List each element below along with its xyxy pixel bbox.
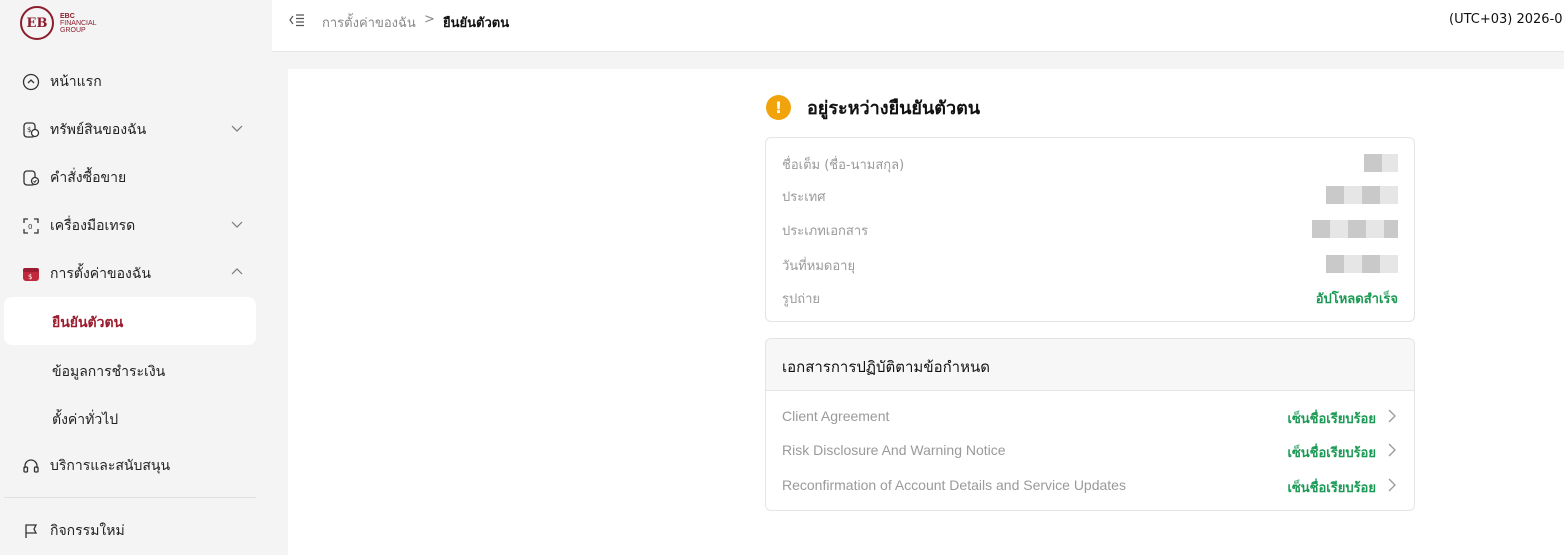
breadcrumb-parent[interactable]: การตั้งค่าของฉัน	[322, 12, 416, 33]
redacted-value	[1312, 220, 1398, 242]
sidebar-item-home[interactable]: หน้าแรก	[22, 70, 244, 94]
sidebar-item-trading-tools[interactable]: 0 เครื่องมือเทรด	[22, 214, 244, 238]
redacted-value	[1326, 255, 1398, 277]
orders-icon	[22, 169, 40, 187]
svg-text:$: $	[28, 273, 32, 281]
document-row[interactable]: Risk Disclosure And Warning Notice เซ็นช…	[782, 442, 1398, 462]
chevron-right-icon	[1386, 442, 1398, 461]
sidebar-subitem-label: ยืนยันตัวตน	[52, 315, 124, 331]
sidebar-item-label: เครื่องมือเทรด	[50, 218, 136, 234]
detail-row: ชื่อเต็ม (ชื่อ-นามสกุล)	[782, 154, 1398, 174]
logo-mark: EB	[20, 6, 54, 40]
verification-status: ! อยู่ระหว่างยืนยันตัวตน	[766, 93, 980, 122]
signed-status: เซ็นชื่อเรียบร้อย	[1287, 481, 1377, 496]
sidebar: EB EBC FINANCIAL GROUP หน้าแรก $ ทรัพย์ส…	[0, 0, 272, 555]
sidebar-item-label: ทรัพย์สินของฉัน	[50, 122, 147, 138]
document-name: Reconfirmation of Account Details and Se…	[782, 477, 1126, 493]
sidebar-subitem-payment-info[interactable]: ข้อมูลการชำระเงิน	[52, 361, 165, 383]
flag-icon	[22, 522, 40, 540]
sidebar-item-label: บริการและสนับสนุน	[50, 458, 171, 474]
document-row[interactable]: Client Agreement เซ็นชื่อเรียบร้อย	[782, 408, 1398, 428]
sidebar-item-label: หน้าแรก	[50, 74, 102, 90]
detail-label: ชื่อเต็ม (ชื่อ-นามสกุล)	[782, 158, 905, 173]
chevron-down-icon	[230, 217, 244, 235]
assets-icon: $	[22, 121, 40, 139]
sidebar-item-assets[interactable]: $ ทรัพย์สินของฉัน	[22, 118, 244, 142]
home-icon	[22, 73, 40, 91]
svg-text:$: $	[27, 126, 31, 134]
tools-icon: 0	[22, 217, 40, 235]
sidebar-item-new-activities[interactable]: กิจกรรมใหม่	[22, 519, 244, 543]
logo-line-1: EBC	[60, 12, 75, 20]
document-name: Client Agreement	[782, 408, 890, 424]
chevron-right-icon	[1386, 408, 1398, 427]
sidebar-item-label: การตั้งค่าของฉัน	[50, 266, 151, 282]
detail-row: รูปถ่าย อัปโหลดสำเร็จ	[782, 288, 1398, 308]
warning-icon: !	[766, 95, 791, 120]
signed-status: เซ็นชื่อเรียบร้อย	[1287, 446, 1377, 461]
detail-label: วันที่หมดอายุ	[782, 259, 856, 274]
logo-line-3: GROUP	[60, 26, 86, 34]
settings-wallet-icon: $	[22, 265, 40, 283]
timezone-clock: (UTC+03) 2026-0	[1449, 12, 1563, 27]
brand-logo[interactable]: EB EBC FINANCIAL GROUP	[20, 6, 97, 40]
sidebar-subitem-identity-verification[interactable]: ยืนยันตัวตน	[4, 297, 256, 345]
sidebar-item-my-settings[interactable]: $ การตั้งค่าของฉัน	[22, 262, 244, 286]
detail-row: วันที่หมดอายุ	[782, 255, 1398, 275]
detail-label: รูปถ่าย	[782, 292, 821, 307]
logo-text: EBC FINANCIAL GROUP	[60, 13, 97, 34]
detail-row: ประเทศ	[782, 186, 1398, 206]
detail-label: ประเภทเอกสาร	[782, 224, 869, 239]
chevron-up-icon	[230, 265, 244, 283]
redacted-value	[1326, 186, 1398, 208]
logo-line-2: FINANCIAL	[60, 19, 97, 27]
sidebar-item-label: คำสั่งซื้อขาย	[50, 170, 127, 186]
headset-icon	[22, 457, 40, 475]
top-header: การตั้งค่าของฉัน > ยืนยันตัวตน (UTC+03) …	[272, 0, 1564, 52]
compliance-documents-card: เอกสารการปฏิบัติตามข้อกำหนด Client Agree…	[765, 338, 1415, 511]
upload-status: อัปโหลดสำเร็จ	[1315, 292, 1398, 307]
breadcrumb-current: ยืนยันตัวตน	[443, 16, 510, 31]
sidebar-item-orders[interactable]: คำสั่งซื้อขาย	[22, 166, 244, 190]
sidebar-item-support[interactable]: บริการและสนับสนุน	[22, 454, 244, 478]
sidebar-item-label: กิจกรรมใหม่	[50, 523, 125, 539]
chevron-right-icon	[1386, 477, 1398, 496]
identity-details-card: ชื่อเต็ม (ชื่อ-นามสกุล) ประเทศ ประเภทเอก…	[765, 137, 1415, 322]
document-name: Risk Disclosure And Warning Notice	[782, 442, 1006, 458]
sidebar-subitem-general-settings[interactable]: ตั้งค่าทั่วไป	[52, 409, 118, 431]
detail-label: ประเทศ	[782, 190, 826, 205]
svg-text:0: 0	[28, 223, 32, 231]
compliance-title: เอกสารการปฏิบัติตามข้อกำหนด	[766, 339, 1414, 391]
document-row[interactable]: Reconfirmation of Account Details and Se…	[782, 477, 1398, 497]
redacted-value	[1364, 154, 1398, 176]
status-title: อยู่ระหว่างยืนยันตัวตน	[807, 98, 981, 119]
chevron-down-icon	[230, 121, 244, 139]
breadcrumb-separator: >	[424, 12, 435, 27]
collapse-menu-icon[interactable]	[288, 12, 306, 32]
signed-status: เซ็นชื่อเรียบร้อย	[1287, 412, 1377, 427]
detail-row: ประเภทเอกสาร	[782, 220, 1398, 240]
sidebar-divider	[4, 497, 256, 498]
